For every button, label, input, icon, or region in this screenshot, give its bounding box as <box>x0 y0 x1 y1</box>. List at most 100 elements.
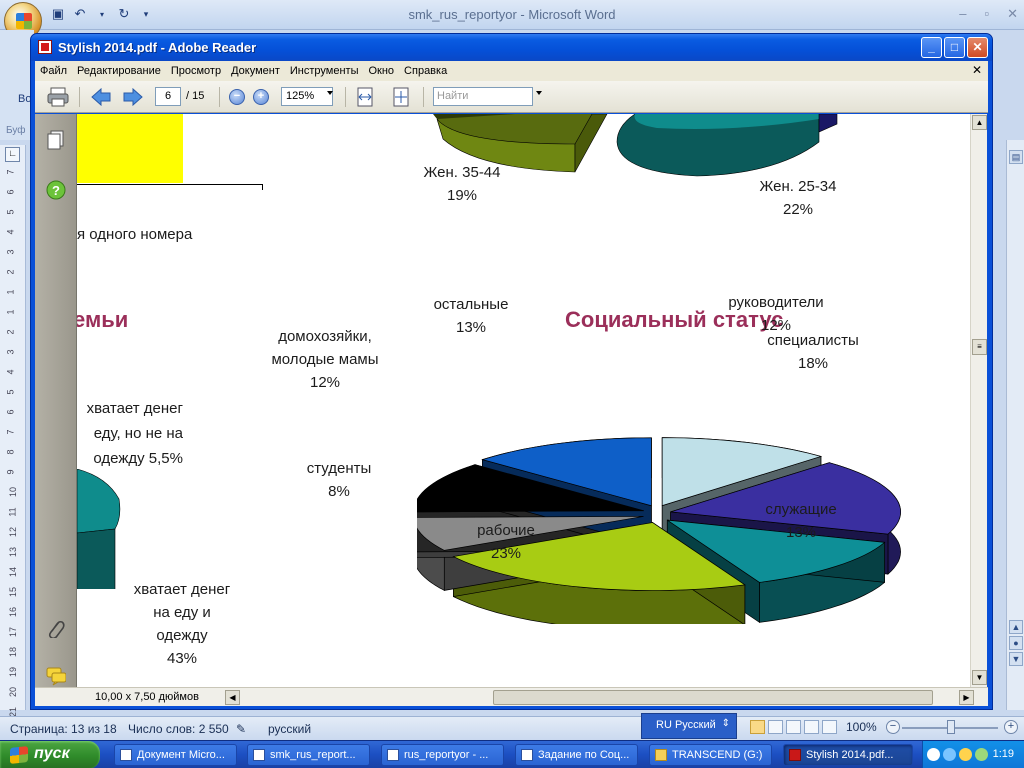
budget-label-line: на еду и <box>153 604 211 621</box>
zoom-in-icon[interactable]: + <box>1004 720 1018 734</box>
taskbar: пуск Документ Micro... smk_rus_report...… <box>0 740 1024 768</box>
ruler-tick: 1 <box>5 289 16 295</box>
search-dropdown-icon[interactable] <box>536 91 542 95</box>
fit-page-icon[interactable] <box>391 87 411 107</box>
reader-horizontal-scrollbar[interactable]: 10,00 x 7,50 дюймов ◀ ▶ <box>35 687 988 706</box>
taskbar-item[interactable]: smk_rus_report... <box>247 744 370 766</box>
scroll-left-icon[interactable]: ◀ <box>225 690 240 705</box>
print-layout-icon[interactable] <box>750 720 765 734</box>
scroll-thumb[interactable]: ≡ <box>972 339 987 355</box>
close-icon[interactable]: ✕ <box>1007 6 1018 22</box>
ruler-tick: 10 <box>8 486 19 498</box>
ruler-tick: 7 <box>5 429 16 435</box>
reader-vertical-scrollbar[interactable]: ▲ ≡ ▼ <box>970 114 987 687</box>
network-icon[interactable] <box>943 748 956 761</box>
clock[interactable]: 1:19 <box>993 748 1014 760</box>
minimize-button[interactable]: _ <box>921 37 942 58</box>
close-button[interactable]: ✕ <box>967 37 988 58</box>
menu-item-5[interactable]: Окно <box>363 65 399 77</box>
start-button[interactable]: пуск <box>0 741 100 768</box>
doc-close-icon[interactable]: ✕ <box>972 63 982 77</box>
svg-text:?: ? <box>52 183 60 198</box>
zoom-out-icon[interactable]: − <box>886 720 900 734</box>
taskbar-item[interactable]: rus_reportyor - ... <box>381 744 504 766</box>
pie-label-3: рабочие 23% <box>431 519 581 565</box>
pie-label-name: остальные <box>433 296 509 313</box>
draft-icon[interactable] <box>822 720 837 734</box>
comments-icon[interactable] <box>46 666 66 686</box>
scroll-right-icon[interactable]: ▶ <box>959 690 974 705</box>
safely-remove-icon[interactable] <box>959 748 972 761</box>
taskbar-item-label: Документ Micro... <box>137 749 225 761</box>
chart-label-women-35-44: Жен. 35-44 19% <box>397 161 527 207</box>
zoom-out-icon[interactable]: − <box>229 89 245 105</box>
word-titlebar: ▣ ↶ ▾ ↻ ▾ smk_rus_reportyor - Microsoft … <box>0 0 1024 30</box>
menu-item-1[interactable]: Редактирование <box>72 65 166 77</box>
view-ruler-icon[interactable]: ▤ <box>1009 150 1023 164</box>
pie-label-name: домохозяйки, молодые мамы <box>271 328 379 368</box>
page-number-input[interactable]: 6 <box>155 87 181 106</box>
security-icon[interactable] <box>975 748 988 761</box>
horizontal-scroll-thumb[interactable] <box>493 690 933 705</box>
full-screen-reading-icon[interactable] <box>768 720 783 734</box>
paperclip-icon[interactable] <box>46 618 66 638</box>
budget-label-line: хватает денег <box>133 581 231 598</box>
fit-width-icon[interactable] <box>355 87 375 107</box>
word-vertical-scrollbar[interactable]: ▤ ▲ ● ▼ <box>1006 140 1024 710</box>
zoom-dropdown-icon[interactable] <box>327 91 333 95</box>
next-page-icon[interactable]: ▼ <box>1009 652 1023 666</box>
menu-item-0[interactable]: Файл <box>35 65 72 77</box>
budget-chart-label: хватает денег на еду и одежду 43% <box>107 578 257 670</box>
restore-icon[interactable]: ▫ <box>984 6 989 22</box>
prev-page-icon[interactable]: ▲ <box>1009 620 1023 634</box>
zoom-percentage[interactable]: 100% <box>846 720 877 734</box>
ruler-tab-icon[interactable]: ∟ <box>5 147 20 162</box>
status-language[interactable]: русский <box>268 722 311 736</box>
reader-titlebar[interactable]: Stylish 2014.pdf - Adobe Reader _ □ ✕ <box>31 34 992 61</box>
ruler-tick: 14 <box>8 566 19 578</box>
adobe-reader-window: Stylish 2014.pdf - Adobe Reader _ □ ✕ Фа… <box>30 33 993 710</box>
taskbar-item-active[interactable]: Stylish 2014.pdf... <box>783 744 913 766</box>
collapse-tray-icon[interactable] <box>927 748 940 761</box>
pages-icon[interactable] <box>46 130 66 150</box>
menu-item-6[interactable]: Справка <box>399 65 452 77</box>
scroll-down-icon[interactable]: ▼ <box>972 670 987 685</box>
arrow-left-icon[interactable] <box>91 88 111 106</box>
input-language-indicator[interactable]: RU Русский ⇕ <box>641 713 737 739</box>
maximize-button[interactable]: □ <box>944 37 965 58</box>
search-input[interactable]: Найти <box>433 87 533 106</box>
taskbar-item[interactable]: TRANSCEND (G:) <box>649 744 772 766</box>
ruler-tick: 8 <box>5 449 16 455</box>
toolbar-separator <box>79 87 80 107</box>
menu-item-3[interactable]: Документ <box>226 65 285 77</box>
partial-text: я одного номера <box>77 226 193 243</box>
ruler-tick: 4 <box>5 369 16 375</box>
spellcheck-icon[interactable]: ✎ <box>236 722 246 736</box>
ruler-tick: 1 <box>5 309 16 315</box>
office-logo-icon <box>16 13 32 29</box>
word-ribbon <box>0 30 34 140</box>
scroll-up-icon[interactable]: ▲ <box>972 115 987 130</box>
web-layout-icon[interactable] <box>786 720 801 734</box>
ruler-tick: 15 <box>8 586 19 598</box>
arrow-right-icon[interactable] <box>123 88 143 106</box>
menu-item-2[interactable]: Просмотр <box>166 65 226 77</box>
status-words[interactable]: Число слов: 2 550 <box>128 722 229 736</box>
print-icon[interactable] <box>47 87 69 107</box>
taskbar-item[interactable]: Задание по Соц... <box>515 744 638 766</box>
ruler-tick: 5 <box>5 389 16 395</box>
minimize-icon[interactable]: – <box>959 6 966 22</box>
help-icon[interactable]: ? <box>46 180 66 200</box>
taskbar-item[interactable]: Документ Micro... <box>114 744 237 766</box>
language-menu-icon[interactable]: ⇕ <box>722 718 730 729</box>
pdf-page-view[interactable]: Жен. 35-44 19% Жен. 25-34 22% я одного н… <box>77 114 970 687</box>
budget-label-line: одежду <box>156 627 208 644</box>
zoom-level-input[interactable]: 125% <box>281 87 333 106</box>
outline-icon[interactable] <box>804 720 819 734</box>
status-page[interactable]: Страница: 13 из 18 <box>10 722 117 736</box>
pie-label-percent: 18% <box>797 355 829 372</box>
zoom-in-icon[interactable]: + <box>253 89 269 105</box>
select-browse-icon[interactable]: ● <box>1009 636 1023 650</box>
zoom-slider-thumb[interactable] <box>947 720 955 734</box>
menu-item-4[interactable]: Инструменты <box>285 65 364 77</box>
